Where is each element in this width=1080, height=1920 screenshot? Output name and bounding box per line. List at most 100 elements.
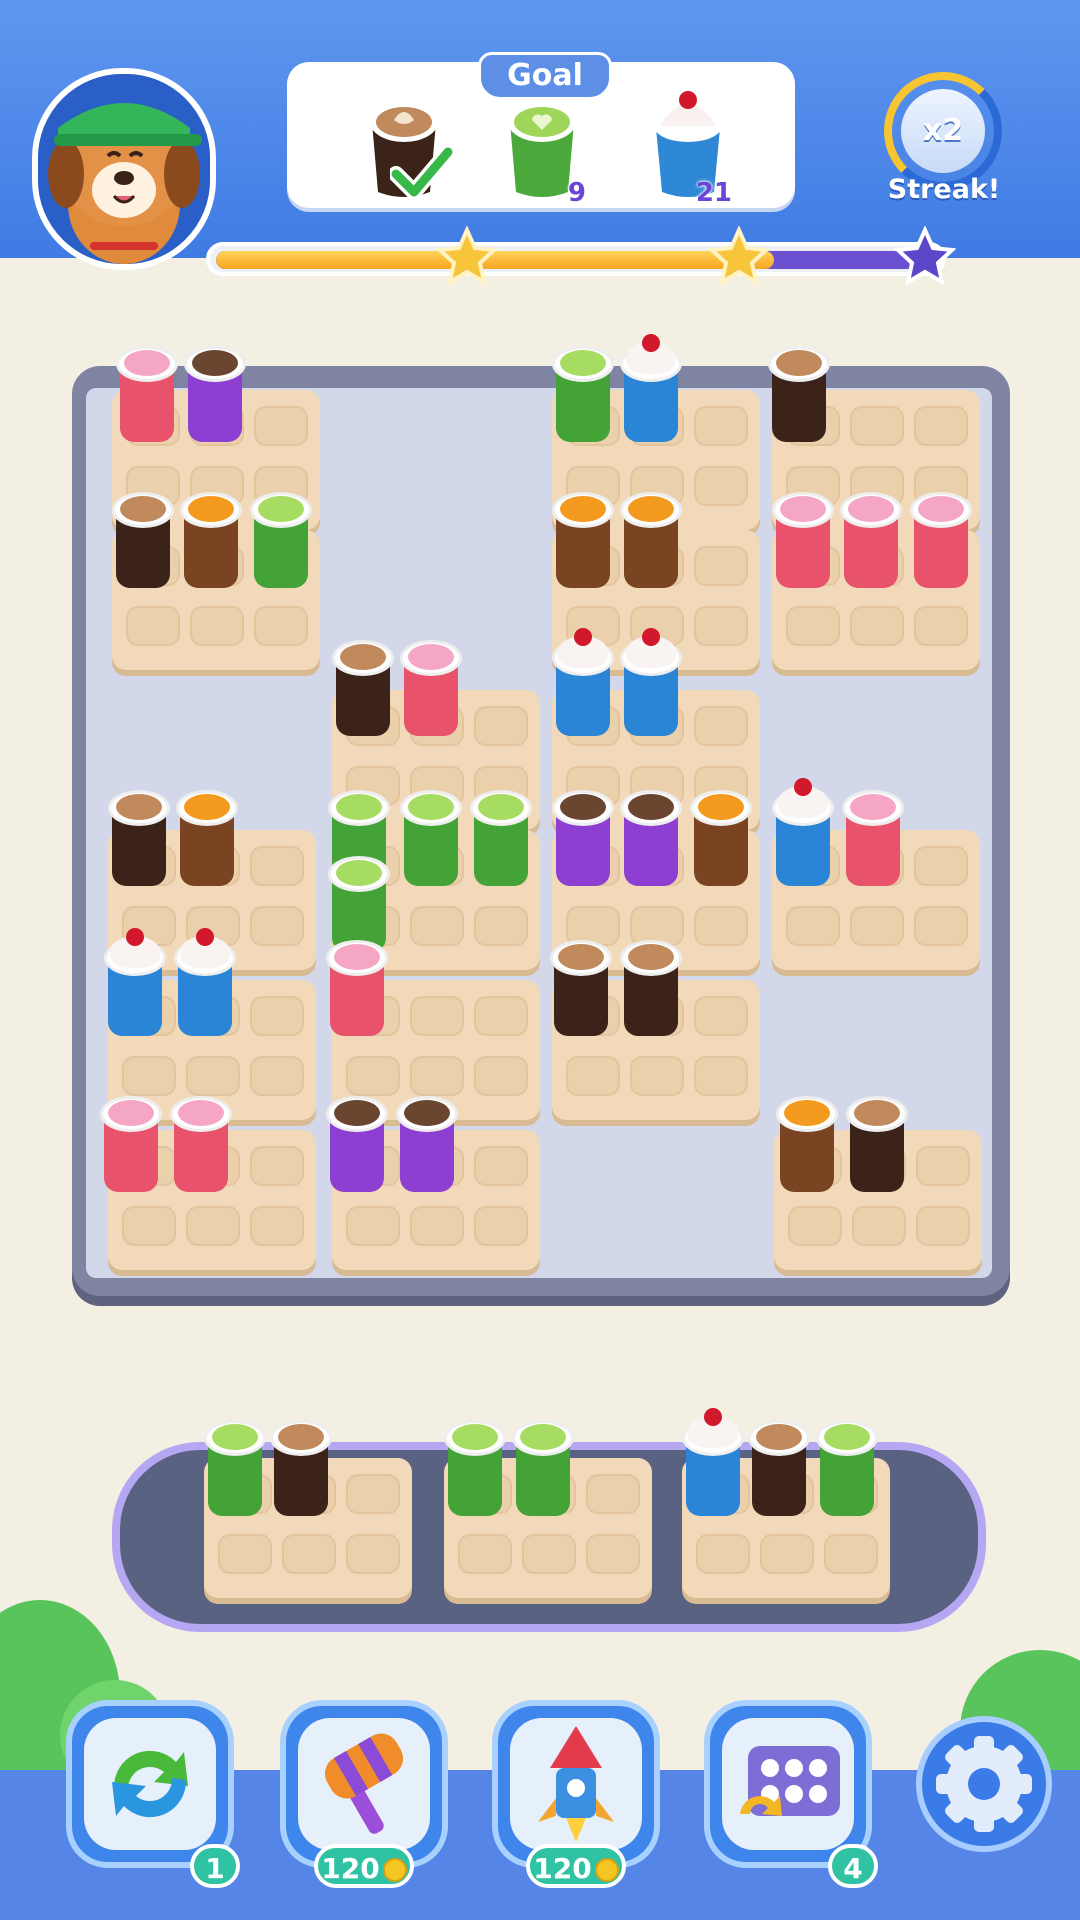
sundae-cup bbox=[552, 628, 614, 738]
orange-cup bbox=[776, 1090, 838, 1194]
tray-slot bbox=[190, 606, 244, 646]
tray-slot bbox=[410, 1206, 464, 1246]
shuffle-count-badge: 1 bbox=[190, 1844, 240, 1888]
streak-multiplier: x2 bbox=[901, 89, 985, 173]
matcha-cup bbox=[204, 1414, 266, 1518]
pink-cup bbox=[842, 784, 904, 888]
tray-slot bbox=[410, 906, 464, 946]
tray-slot bbox=[914, 846, 968, 886]
rocket-button[interactable] bbox=[492, 1700, 660, 1868]
tray-slot bbox=[786, 906, 840, 946]
tray-slot bbox=[824, 1534, 878, 1574]
latte-cup bbox=[846, 1090, 908, 1194]
hammer-cost-badge: 120 bbox=[314, 1844, 414, 1888]
tray-slot bbox=[694, 906, 748, 946]
tray-slot bbox=[566, 1056, 620, 1096]
swap-tray-button[interactable] bbox=[704, 1700, 872, 1868]
rocket-cost-badge: 120 bbox=[526, 1844, 626, 1888]
tray-slot bbox=[694, 996, 748, 1036]
tray-slot bbox=[474, 706, 528, 746]
tray-slot bbox=[694, 706, 748, 746]
settings-button[interactable] bbox=[916, 1716, 1052, 1852]
tray-slot bbox=[852, 1206, 906, 1246]
gear-icon bbox=[936, 1736, 1032, 1832]
star-icon bbox=[436, 226, 498, 287]
tray-slot bbox=[850, 606, 904, 646]
swap-tray-icon bbox=[740, 1746, 840, 1816]
pink-cup bbox=[910, 486, 972, 590]
tray-slot bbox=[346, 1534, 400, 1574]
matcha-cup bbox=[444, 1414, 506, 1518]
coin-icon bbox=[594, 1858, 619, 1882]
tray-slot bbox=[346, 1474, 400, 1514]
pink-cup bbox=[100, 1090, 162, 1194]
hammer-button[interactable] bbox=[280, 1700, 448, 1868]
rocket-cost: 120 bbox=[533, 1852, 592, 1885]
latte-cup bbox=[748, 1414, 810, 1518]
tray-slot bbox=[586, 1474, 640, 1514]
goal-latte bbox=[364, 88, 454, 202]
goal-matcha: 9 bbox=[502, 88, 586, 208]
swap-tray-button-face bbox=[722, 1718, 854, 1850]
shuffle-button-face bbox=[84, 1718, 216, 1850]
rocket-button-face bbox=[510, 1718, 642, 1850]
hammer-button-face bbox=[298, 1718, 430, 1850]
matcha-cup bbox=[552, 340, 614, 444]
tray-slot bbox=[522, 1534, 576, 1574]
orange-cup bbox=[620, 486, 682, 590]
tray-slot bbox=[914, 406, 968, 446]
mocha-cup bbox=[326, 1090, 388, 1194]
tray-slot bbox=[474, 996, 528, 1036]
tray-slot bbox=[122, 1206, 176, 1246]
matcha-cup bbox=[250, 486, 312, 590]
tray-slot bbox=[474, 1146, 528, 1186]
latte-cup bbox=[270, 1414, 332, 1518]
tray-slot bbox=[282, 1534, 336, 1574]
tray-slot bbox=[126, 606, 180, 646]
check-icon bbox=[390, 144, 454, 200]
latte-cup bbox=[620, 934, 682, 1038]
pink-cup bbox=[772, 486, 834, 590]
tray-slot bbox=[694, 546, 748, 586]
tray-slot bbox=[250, 846, 304, 886]
sundae-cup bbox=[772, 778, 834, 888]
pink-cup bbox=[840, 486, 902, 590]
latte-cup bbox=[332, 634, 394, 738]
tray-slot bbox=[760, 1534, 814, 1574]
tray-slot bbox=[786, 606, 840, 646]
tray-slot bbox=[218, 1534, 272, 1574]
tray-slot bbox=[458, 1534, 512, 1574]
orange-cup bbox=[690, 784, 752, 888]
tray-slot bbox=[788, 1206, 842, 1246]
swap-tray-count-badge: 4 bbox=[828, 1844, 878, 1888]
matcha-cup bbox=[512, 1414, 574, 1518]
streak-meter: x2 bbox=[884, 72, 1002, 190]
matcha-cup bbox=[470, 784, 532, 888]
tray-slot bbox=[694, 406, 748, 446]
goal-matcha-count: 9 bbox=[567, 178, 586, 208]
mocha-cup bbox=[184, 340, 246, 444]
tray-slot bbox=[250, 996, 304, 1036]
shuffle-button[interactable] bbox=[66, 1700, 234, 1868]
mocha-cup bbox=[620, 784, 682, 888]
goal-cherry-sundae: 21 bbox=[648, 88, 732, 208]
mocha-cup bbox=[552, 784, 614, 888]
goal-sundae-count: 21 bbox=[695, 178, 732, 208]
tray-slot bbox=[254, 406, 308, 446]
tray-slot bbox=[696, 1534, 750, 1574]
tray-slot bbox=[254, 606, 308, 646]
sundae-cup bbox=[174, 928, 236, 1038]
tray-slot bbox=[850, 906, 904, 946]
hammer-icon bbox=[324, 1733, 404, 1834]
tray-slot bbox=[186, 1206, 240, 1246]
pink-cup bbox=[170, 1090, 232, 1194]
tray-slot bbox=[586, 1534, 640, 1574]
tray-slot bbox=[474, 1056, 528, 1096]
tray-slot bbox=[250, 1146, 304, 1186]
coin-icon bbox=[382, 1858, 407, 1882]
hammer-cost: 120 bbox=[321, 1852, 380, 1885]
tray-slot bbox=[250, 906, 304, 946]
orange-cup bbox=[180, 486, 242, 590]
star-icon bbox=[894, 226, 956, 287]
pink-cup bbox=[116, 340, 178, 444]
